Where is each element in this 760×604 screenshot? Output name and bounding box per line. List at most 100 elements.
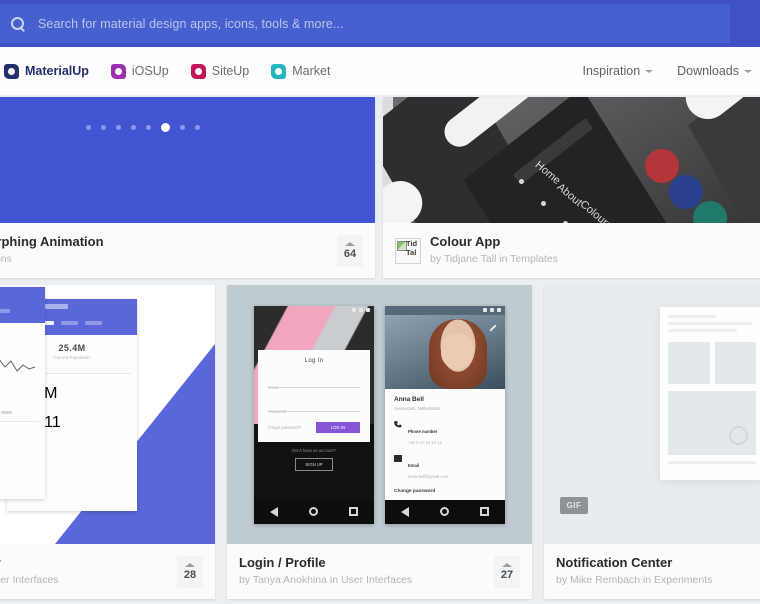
siteup-logo-icon — [190, 63, 206, 79]
card-title: Notification Center — [556, 555, 673, 570]
mock-email-field: Email — [268, 376, 360, 390]
mock-android-navbar — [385, 499, 505, 524]
nav-brand-list: MaterialUp iOSUp SiteUp Market — [0, 63, 352, 79]
mock-status-bar — [254, 306, 374, 315]
mock-stat-value: 61.1M — [0, 427, 39, 433]
card-thumbnail[interactable]: Log In Email Password Forgot password? L… — [227, 285, 532, 544]
search-placeholder: Search for material design apps, icons, … — [38, 16, 344, 31]
mock-stat-row: 111 899 — [0, 461, 39, 467]
nav-brand-label: iOSUp — [131, 64, 169, 78]
edit-icon — [489, 323, 497, 332]
card-text-block: ation Reader m Debnath in User Interface… — [0, 555, 177, 588]
search-icon — [10, 16, 26, 32]
card-title: ial Icons Morphing Animation — [0, 234, 104, 249]
upvote-arrow-icon — [345, 241, 355, 246]
card-colour-app[interactable]: Home About Colours Tid Tal Colour App by… — [383, 97, 760, 278]
mock-progress-ring — [729, 426, 748, 445]
upvote-button[interactable]: 28 — [177, 555, 203, 588]
mock-android-navbar — [254, 499, 374, 524]
carousel-dot-active[interactable] — [160, 123, 170, 132]
nav-brand-label: MaterialUp — [25, 64, 89, 78]
mock-line — [668, 329, 737, 332]
mock-stat-value: 899 — [0, 461, 39, 467]
nav-menu-downloads[interactable]: Downloads — [677, 64, 752, 78]
card-population-reader[interactable]: 25.4M Current Population 61.1M 40,311 89… — [0, 285, 215, 599]
card-notification-center[interactable]: GIF Notification Center by Mike Rembach … — [544, 285, 760, 599]
upvote-arrow-icon — [185, 562, 195, 567]
search-input[interactable]: Search for material design apps, icons, … — [0, 4, 730, 43]
mock-status-icon — [497, 308, 501, 312]
card-title: Colour App — [430, 234, 501, 249]
mock-stat-row: 209 805 — [0, 478, 39, 484]
card-meta: Login / Profile by Tanya Anokhina in Use… — [227, 544, 532, 599]
nav-brand-materialup[interactable]: MaterialUp — [0, 63, 89, 79]
mock-change-password-link: Change password — [394, 488, 436, 494]
back-icon — [400, 506, 409, 517]
nav-brand-siteup[interactable]: SiteUp — [190, 63, 250, 79]
recents-icon — [349, 507, 359, 516]
carousel-dot[interactable] — [115, 125, 121, 130]
card-thumbnail[interactable]: 25.4M Current Population 61.1M 40,311 89… — [0, 285, 215, 544]
card-meta: ation Reader m Debnath in User Interface… — [0, 544, 215, 599]
card-thumbnail[interactable]: Home About Colours — [383, 97, 760, 223]
mock-tab — [0, 309, 10, 313]
carousel-dot[interactable] — [130, 125, 136, 130]
card-row-1: ial Icons Morphing Animation a Raj in An… — [0, 95, 760, 280]
card-title: ation Reader — [0, 555, 177, 571]
avatar: Tid Tal — [395, 237, 421, 264]
carousel-dot[interactable] — [179, 125, 185, 130]
mock-tile — [714, 342, 756, 384]
upvote-button[interactable]: 27 — [494, 555, 520, 588]
nav-menu-inspiration[interactable]: Inspiration — [582, 64, 654, 78]
nav-menu-label: Downloads — [677, 64, 739, 78]
mock-status-icon — [352, 308, 356, 312]
card-meta: ial Icons Morphing Animation a Raj in An… — [0, 223, 375, 278]
mock-metric-label: Current Population — [0, 343, 45, 348]
mock-line — [668, 322, 752, 325]
card-thumbnail[interactable] — [0, 97, 375, 223]
card-subtitle: by Mike Rembach in Experiments — [556, 574, 713, 586]
gif-badge: GIF — [560, 497, 588, 514]
mock-stat-row: 2.38% 40,311 — [0, 444, 39, 450]
mock-status-icon — [483, 308, 487, 312]
mock-signup-block: Don't have an account? SIGN UP — [254, 448, 374, 471]
card-grid: ial Icons Morphing Animation a Raj in An… — [0, 95, 760, 604]
upvote-button[interactable]: 64 — [337, 234, 363, 267]
mock-login-sheet: Log In Email Password Forgot password? L… — [258, 349, 370, 442]
upvote-arrow-icon — [502, 562, 512, 567]
mock-line — [668, 461, 756, 464]
upvote-count: 27 — [500, 568, 514, 581]
card-subtitle: m Debnath in User Interfaces — [0, 574, 59, 586]
card-row-2: 25.4M Current Population 61.1M 40,311 89… — [0, 285, 760, 604]
mock-field-value: +31 6 10 10 10 12 — [408, 439, 442, 445]
nav-brand-iosup[interactable]: iOSUp — [110, 63, 169, 79]
carousel-dots — [85, 123, 200, 132]
carousel-dot[interactable] — [85, 125, 91, 130]
nav-brand-market[interactable]: Market — [271, 63, 331, 79]
mock-line — [668, 315, 717, 318]
card-thumbnail[interactable]: GIF — [544, 285, 760, 544]
nav-brand-label: Market — [292, 64, 331, 78]
recents-icon — [480, 507, 490, 516]
mock-profile-location: Amsterdam, Netherlands — [394, 405, 441, 411]
carousel-dot[interactable] — [194, 125, 200, 130]
carousel-dot[interactable] — [100, 125, 106, 130]
avatar-alt-text: Tid Tal — [406, 238, 418, 257]
home-icon — [439, 507, 449, 516]
nav-brand-label: SiteUp — [211, 64, 250, 78]
back-icon — [269, 506, 278, 517]
mock-axis-tick — [1, 411, 12, 414]
card-text-block: Colour App by Tidjane Tall in Templates — [430, 234, 760, 267]
mock-wide-tile — [668, 391, 756, 455]
card-text-block: Login / Profile by Tanya Anokhina in Use… — [239, 555, 494, 588]
mock-panel-front: 25.4M Current Population — [0, 287, 45, 499]
mock-field-value: anna.bell@gmail.com — [408, 473, 449, 479]
mock-profile-hero — [385, 314, 505, 389]
mock-login-button: LOG IN — [316, 421, 360, 433]
broken-image-icon — [397, 240, 407, 251]
carousel-dot[interactable] — [145, 125, 151, 130]
mock-tile-row — [668, 342, 756, 384]
card-login-profile[interactable]: Log In Email Password Forgot password? L… — [227, 285, 532, 599]
card-material-icons-morphing-animation[interactable]: ial Icons Morphing Animation a Raj in An… — [0, 97, 375, 278]
mock-field-label: Email — [408, 462, 420, 468]
